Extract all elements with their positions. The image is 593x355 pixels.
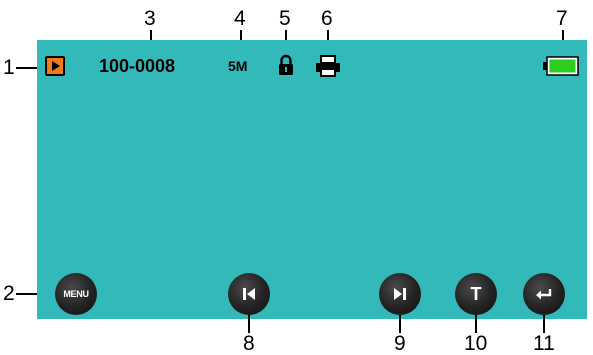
resolution-indicator: 5M: [228, 58, 248, 74]
telephoto-button-label: T: [470, 283, 482, 304]
callout-6: 6: [321, 7, 333, 30]
next-button[interactable]: [379, 273, 421, 315]
callout-9: 9: [394, 332, 406, 355]
next-icon: [394, 288, 406, 300]
file-number: 100-0008: [99, 56, 176, 76]
callout-5: 5: [279, 7, 291, 30]
callout-10-line: [475, 315, 477, 333]
callout-9-line: [399, 315, 401, 333]
return-icon: [536, 289, 552, 300]
return-button[interactable]: [523, 273, 565, 315]
callout-11: 11: [533, 332, 555, 355]
callout-1: 1: [3, 56, 15, 79]
callout-10: 10: [464, 332, 488, 355]
callout-8: 8: [243, 332, 255, 355]
lock-icon: [277, 54, 295, 76]
callout-7: 7: [556, 7, 568, 30]
telephoto-button[interactable]: T: [455, 273, 497, 315]
menu-button[interactable]: MENU: [55, 273, 97, 315]
callout-3: 3: [144, 7, 156, 30]
previous-icon: [243, 288, 255, 300]
battery-icon: [543, 56, 579, 76]
camera-lcd-screen: [37, 40, 587, 319]
print-icon: [314, 55, 342, 77]
previous-button[interactable]: [228, 273, 270, 315]
callout-2: 2: [3, 282, 15, 305]
callout-11-line: [543, 315, 545, 333]
menu-button-label: MENU: [63, 289, 89, 299]
callout-4: 4: [234, 7, 246, 30]
callout-8-line: [248, 315, 250, 333]
playback-mode-icon: [45, 56, 65, 76]
